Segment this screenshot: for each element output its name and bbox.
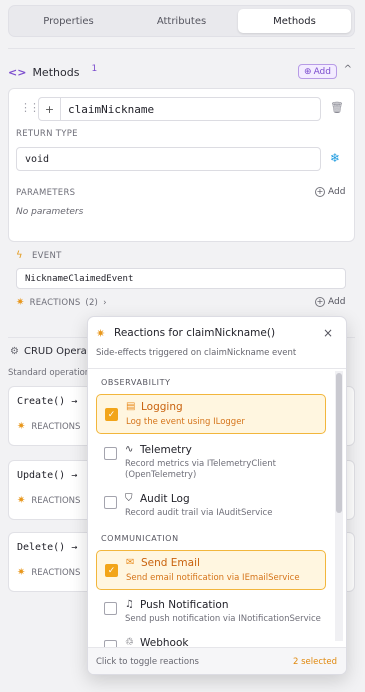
popup-title: Reactions for claimNickname() — [114, 327, 276, 339]
option-name: Webhook — [140, 637, 189, 647]
selected-count: 2 selected — [293, 657, 337, 667]
reactions-icon: ✷ — [16, 297, 25, 308]
option-name: Logging — [141, 401, 183, 413]
reactions-label: REACTIONS — [29, 297, 81, 308]
reactions-icon: ✷ — [96, 327, 106, 340]
add-parameter-label: Add — [328, 187, 346, 197]
reactions-toggle[interactable]: ✷ REACTIONS (2) › — [16, 297, 107, 308]
option-name: Push Notification — [140, 599, 229, 611]
document-icon: ▤ — [126, 401, 136, 412]
event-field[interactable]: NicknameClaimedEvent — [16, 268, 346, 289]
add-parameter-button[interactable]: + Add — [315, 187, 345, 197]
popup-options-list: OBSERVABILITY ✓ ▤ Logging Log the event … — [88, 369, 346, 647]
option-webhook[interactable]: ♲ Webhook — [96, 633, 326, 647]
parameters-label: PARAMETERS — [16, 188, 76, 198]
footer-hint: Click to toggle reactions — [96, 657, 199, 667]
method-name-value: claimNickname — [68, 102, 155, 116]
plus-circle-icon: + — [315, 297, 325, 307]
option-name: Audit Log — [140, 493, 190, 505]
tab-bar: Properties Attributes Methods — [8, 5, 355, 37]
checkbox[interactable] — [104, 496, 117, 509]
section-title: Methods — [32, 65, 80, 79]
lightning-icon: ϟ — [16, 250, 23, 261]
crud-title: CRUD Operat — [23, 346, 91, 357]
group-label-observability: OBSERVABILITY — [101, 378, 171, 387]
option-push-notification[interactable]: ♫ Push Notification Send push notificati… — [96, 595, 326, 629]
checkbox[interactable] — [104, 640, 117, 647]
no-parameters-text: No parameters — [16, 207, 84, 217]
add-reaction-button[interactable]: + Add — [315, 297, 345, 307]
crud-section-header[interactable]: ⚙ CRUD Operat — [10, 346, 91, 357]
mail-icon: ✉ — [126, 557, 135, 568]
option-name: Send Email — [141, 557, 200, 569]
add-reaction-label: Add — [328, 297, 346, 307]
checkbox[interactable] — [104, 602, 117, 615]
scrollbar[interactable] — [335, 371, 343, 641]
divider — [8, 48, 355, 49]
methods-section-header[interactable]: <> Methods 1 ⊕ Add ^ — [8, 62, 355, 82]
crud-reactions[interactable]: ✷ REACTIONS — [17, 567, 80, 578]
plus-circle-icon: ⊕ — [304, 66, 312, 77]
checkbox-checked[interactable]: ✓ — [105, 408, 118, 421]
snowflake-icon[interactable]: ❄ — [330, 151, 340, 165]
method-count: 1 — [91, 64, 98, 74]
reactions-icon: ✷ — [17, 567, 26, 578]
popup-subtitle: Side-effects triggered on claimNickname … — [96, 348, 297, 358]
crud-reactions-label: REACTIONS — [31, 495, 81, 506]
tab-attributes[interactable]: Attributes — [125, 9, 238, 33]
group-label-communication: COMMUNICATION — [101, 534, 179, 543]
plus-icon[interactable]: + — [39, 98, 61, 120]
method-name-input[interactable]: + claimNickname — [38, 97, 321, 121]
drag-handle-icon[interactable]: ⋮⋮ — [20, 101, 40, 114]
chevron-right-icon: › — [103, 297, 107, 308]
bell-icon: ♫ — [125, 599, 134, 610]
plus-circle-icon: + — [315, 187, 325, 197]
scrollbar-thumb[interactable] — [336, 373, 342, 513]
crud-reactions-label: REACTIONS — [31, 421, 81, 432]
popup-footer: Click to toggle reactions 2 selected — [88, 647, 346, 674]
close-icon[interactable]: × — [323, 326, 333, 340]
option-desc: Log the event using ILogger — [126, 417, 245, 427]
add-method-label: Add — [313, 66, 331, 77]
option-send-email[interactable]: ✓ ✉ Send Email Send email notification v… — [96, 550, 326, 590]
webhook-icon: ♲ — [125, 637, 134, 647]
option-desc: Record metrics via ITelemetryClient (Ope… — [125, 459, 276, 480]
shield-icon: ⛉ — [125, 493, 133, 504]
chevron-up-icon[interactable]: ^ — [344, 64, 352, 75]
option-desc: Send push notification via INotification… — [125, 614, 321, 624]
reactions-icon: ✷ — [17, 495, 26, 506]
crud-method-name: Create() → — [17, 396, 78, 407]
tab-methods[interactable]: Methods — [238, 9, 351, 33]
option-telemetry[interactable]: ∿ Telemetry Record metrics via ITelemetr… — [96, 439, 326, 485]
event-label: EVENT — [32, 251, 62, 261]
tab-properties[interactable]: Properties — [12, 9, 125, 33]
methods-panel: Properties Attributes Methods <> Methods… — [0, 0, 365, 692]
add-method-button[interactable]: ⊕ Add — [298, 64, 337, 79]
gear-icon: ⚙ — [10, 346, 19, 357]
option-desc: Send email notification via IEmailServic… — [126, 573, 300, 583]
crud-method-name: Update() → — [17, 470, 78, 481]
crud-subtitle: Standard operation — [8, 368, 91, 378]
activity-icon: ∿ — [125, 444, 134, 455]
return-type-field[interactable]: void — [16, 147, 321, 171]
option-logging[interactable]: ✓ ▤ Logging Log the event using ILogger — [96, 394, 326, 434]
crud-method-name: Delete() → — [17, 542, 78, 553]
option-audit-log[interactable]: ⛉ Audit Log Record audit trail via IAudi… — [96, 489, 326, 523]
reactions-icon: ✷ — [17, 421, 26, 432]
option-desc: Record audit trail via IAuditService — [125, 508, 273, 518]
checkbox[interactable] — [104, 447, 117, 460]
popup-header: ✷ Reactions for claimNickname() × Side-e… — [88, 317, 346, 369]
option-name: Telemetry — [140, 444, 192, 456]
return-type-label: RETURN TYPE — [16, 129, 78, 139]
trash-icon[interactable]: 🗑 — [330, 101, 344, 114]
checkbox-checked[interactable]: ✓ — [105, 564, 118, 577]
reactions-count: (2) — [85, 297, 99, 308]
reactions-popup: ✷ Reactions for claimNickname() × Side-e… — [87, 316, 347, 675]
crud-reactions-label: REACTIONS — [31, 567, 81, 578]
crud-reactions[interactable]: ✷ REACTIONS — [17, 495, 80, 506]
crud-reactions[interactable]: ✷ REACTIONS — [17, 421, 80, 432]
code-icon: <> — [8, 65, 27, 79]
